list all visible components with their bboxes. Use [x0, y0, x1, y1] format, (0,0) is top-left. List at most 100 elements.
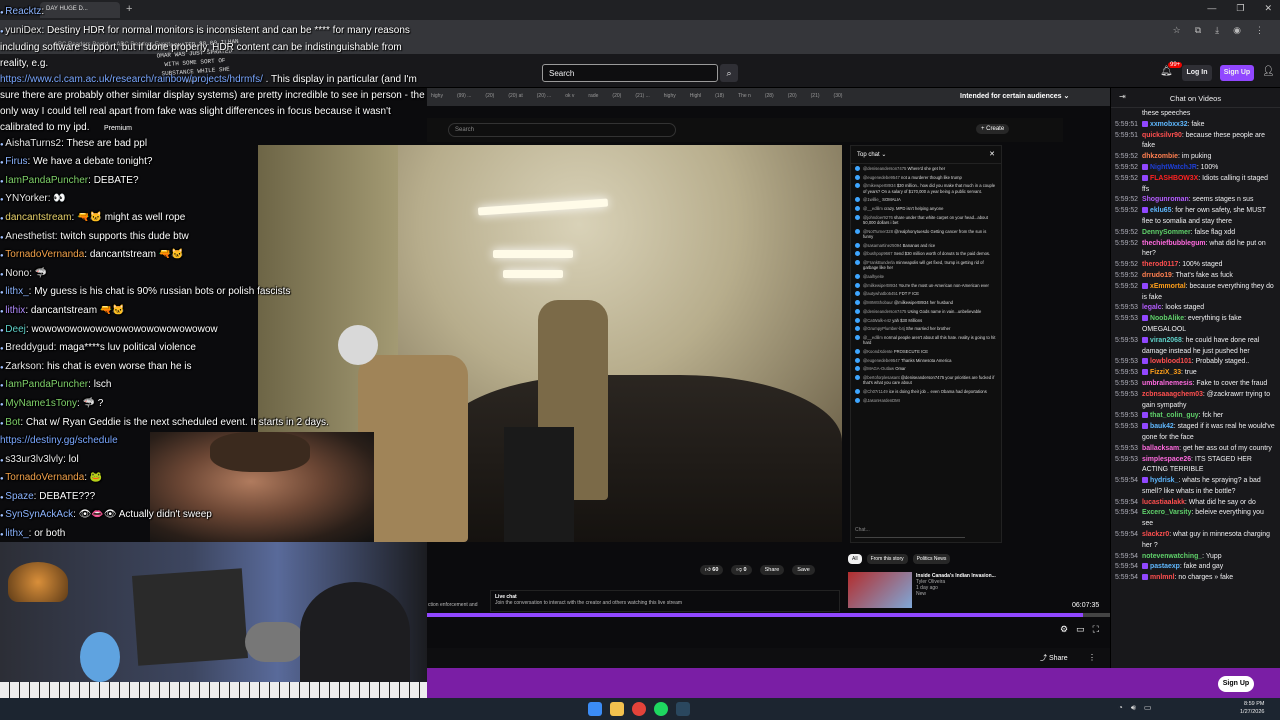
file-explorer-icon[interactable]	[610, 702, 624, 716]
menu-dots-icon[interactable]: ⋮	[1255, 25, 1264, 36]
message-username[interactable]: xEmmortal	[1150, 283, 1186, 290]
subscriber-badge-icon[interactable]	[1142, 174, 1148, 181]
message-username[interactable]: Excero_Varsity	[1142, 509, 1191, 516]
message-username[interactable]: mnlmnl	[1150, 574, 1175, 581]
youtube-search-input[interactable]: Search	[448, 123, 676, 137]
overlay-username[interactable]: Deej	[5, 324, 26, 335]
subscriber-badge-icon[interactable]	[1142, 369, 1148, 376]
message-username[interactable]: that_colin_guy	[1150, 412, 1199, 419]
message-username[interactable]: NightWatchJR	[1150, 164, 1197, 171]
extension-icon[interactable]: ⧉	[1195, 25, 1201, 36]
share-button[interactable]: ⤴ Share	[1040, 653, 1068, 663]
subscriber-badge-icon[interactable]	[1142, 207, 1148, 214]
message-username[interactable]: viran2068	[1150, 337, 1182, 344]
battery-icon[interactable]: ▭	[1144, 703, 1152, 713]
message-username[interactable]: FLASHBOW3X	[1150, 175, 1198, 182]
message-username[interactable]: Shogunroman	[1142, 196, 1189, 203]
overlay-username[interactable]: lithix	[5, 305, 25, 316]
close-icon[interactable]: ✕	[1264, 3, 1272, 14]
youtube-chat-input[interactable]: Chat...	[855, 524, 965, 538]
like-button[interactable]: 👍︎ 60	[700, 565, 724, 575]
save-button[interactable]: Save	[792, 565, 815, 575]
overlay-username[interactable]: Firus	[5, 156, 27, 167]
overlay-username[interactable]: yuniDex	[5, 25, 41, 36]
message-username[interactable]: bauk42	[1150, 423, 1174, 430]
message-username[interactable]: slackzr0	[1142, 531, 1169, 538]
search-icon[interactable]: ⌕	[720, 64, 738, 82]
overlay-username[interactable]: Reacktz	[5, 6, 41, 17]
message-username[interactable]: dhkzombie	[1142, 153, 1178, 160]
recommended-thumbnail[interactable]	[848, 572, 912, 608]
message-username[interactable]: therod0117	[1142, 261, 1178, 268]
top-chat-header[interactable]: Top chat ⌄ ✕	[851, 146, 1001, 164]
maximize-icon[interactable]: ❐	[1236, 3, 1244, 14]
overlay-username[interactable]: Nono	[5, 268, 29, 279]
subscriber-badge-icon[interactable]	[1142, 358, 1148, 365]
subscriber-badge-icon[interactable]	[1142, 163, 1148, 170]
message-username[interactable]: lucastiaalakk	[1142, 499, 1185, 506]
message-username[interactable]: pastaexp	[1150, 563, 1180, 570]
close-icon[interactable]: ✕	[989, 150, 995, 158]
share-button[interactable]: Share	[759, 565, 785, 575]
message-username[interactable]: DennySommer	[1142, 229, 1191, 236]
subscriber-badge-icon[interactable]	[1142, 563, 1148, 570]
theater-mode-icon[interactable]: ▭	[1076, 624, 1085, 635]
overlay-username[interactable]: lithx_	[5, 528, 28, 539]
settings-icon[interactable]: ⚙	[1060, 624, 1068, 635]
overlay-username[interactable]: IamPandaPuncher	[5, 175, 88, 186]
overlay-username[interactable]: Zarkson	[5, 361, 41, 372]
overlay-link[interactable]: https://www.cl.cam.ac.uk/research/rainbo…	[0, 74, 263, 85]
subscriber-badge-icon[interactable]	[1142, 477, 1148, 484]
message-username[interactable]: notevenwatching_	[1142, 553, 1202, 560]
overlay-username[interactable]: YNYorker	[5, 193, 47, 204]
login-button[interactable]: Log In	[1182, 65, 1212, 81]
chip-politics[interactable]: Politics News	[912, 554, 951, 564]
collapse-chat-icon[interactable]: ⇥	[1119, 92, 1126, 101]
overlay-username[interactable]: lithx_	[5, 286, 28, 297]
message-username[interactable]: thechiefbubblegum	[1142, 240, 1206, 247]
message-username[interactable]: FizziX_33	[1150, 369, 1181, 376]
overlay-username[interactable]: Anesthetist	[5, 231, 54, 242]
download-icon[interactable]: ⤓	[1215, 25, 1219, 36]
overlay-username[interactable]: TornadoVernanda	[5, 249, 84, 260]
message-username[interactable]: NoobAlike	[1150, 315, 1184, 322]
search-input[interactable]: Search	[542, 64, 718, 82]
subscriber-badge-icon[interactable]	[1142, 412, 1148, 419]
message-username[interactable]: simplespace26	[1142, 456, 1191, 463]
subscriber-badge-icon[interactable]	[1142, 120, 1148, 127]
wifi-icon[interactable]: ◔	[1118, 703, 1123, 713]
more-options-icon[interactable]: ⋮	[1088, 653, 1096, 662]
message-username[interactable]: drrudo19	[1142, 272, 1172, 279]
recommended-info[interactable]: Inside Canada's Indian Invasion... Tyler…	[916, 573, 996, 597]
subscriber-badge-icon[interactable]	[1142, 423, 1148, 430]
spotify-icon[interactable]	[654, 702, 668, 716]
subscriber-badge-icon[interactable]	[1142, 315, 1148, 322]
youtube-create-button[interactable]: + Create	[976, 124, 1010, 134]
bookmark-star-icon[interactable]: ☆	[1173, 25, 1181, 36]
subscriber-badge-icon[interactable]	[1142, 574, 1148, 581]
overlay-username[interactable]: IamPandaPuncher	[5, 379, 88, 390]
message-username[interactable]: umbralnemesis	[1142, 380, 1193, 387]
overlay-username[interactable]: Bot	[5, 417, 20, 428]
minimize-icon[interactable]: —	[1207, 3, 1216, 14]
overlay-username[interactable]: TornadoVernanda	[5, 472, 84, 483]
taskbar-clock[interactable]: 8:59 PM 1/27/2026	[1240, 700, 1264, 716]
dislike-button[interactable]: 👎︎ 0	[731, 565, 752, 575]
signup-button[interactable]: Sign Up	[1220, 65, 1254, 81]
message-username[interactable]: lowblood101	[1150, 358, 1192, 365]
overlay-link[interactable]: https://destiny.gg/schedule	[0, 435, 118, 446]
message-username[interactable]: quicksilvr90	[1142, 132, 1182, 139]
message-username[interactable]: xxmobxx32	[1150, 121, 1188, 128]
chip-all[interactable]: All	[848, 554, 862, 564]
message-username[interactable]: legalc	[1142, 304, 1162, 311]
message-username[interactable]: hydrisk_	[1150, 477, 1178, 484]
start-icon[interactable]	[588, 702, 602, 716]
message-username[interactable]: eklu65	[1150, 207, 1171, 214]
subscriber-badge-icon[interactable]	[1142, 282, 1148, 289]
message-username[interactable]: ballacksam	[1142, 445, 1179, 452]
progress-bar[interactable]	[427, 613, 1110, 617]
overlay-username[interactable]: dancantstream	[5, 212, 71, 223]
banner-signup-button[interactable]: Sign Up	[1218, 676, 1254, 692]
fullscreen-icon[interactable]: ⛶	[1093, 624, 1099, 635]
subscriber-badge-icon[interactable]	[1142, 336, 1148, 343]
